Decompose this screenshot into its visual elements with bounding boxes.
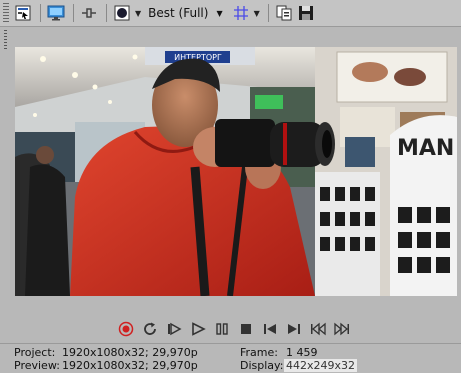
video-properties-button[interactable]: [13, 3, 33, 23]
split-screen-button[interactable]: [79, 3, 99, 23]
chevron-down-icon: ▼: [216, 8, 223, 18]
chevron-down-icon[interactable]: ▼: [135, 9, 141, 18]
project-label: Project:: [14, 346, 56, 359]
loop-icon: [144, 322, 156, 335]
frame-label: Frame:: [240, 346, 278, 359]
frame-value: 1 459: [286, 346, 318, 359]
fast-forward-icon: [334, 322, 349, 336]
display-value: 442x249x32: [284, 359, 358, 372]
record-icon: [118, 321, 134, 337]
panel-grip[interactable]: [4, 30, 7, 50]
record-button[interactable]: [118, 321, 134, 337]
next-button[interactable]: [334, 321, 350, 337]
display-label: Display:: [240, 359, 284, 372]
toolbar-separator: [267, 4, 269, 22]
overlays-grid-icon: [233, 6, 248, 20]
previous-button[interactable]: [310, 321, 326, 337]
quality-dropdown[interactable]: Best (Full) ▼: [148, 6, 230, 20]
chevron-down-icon[interactable]: ▼: [254, 9, 260, 18]
copy-snapshot-icon: [276, 5, 292, 21]
pause-icon: [216, 323, 228, 335]
man-sign-text: MAN: [397, 136, 454, 161]
play-button[interactable]: [190, 321, 206, 337]
preview-quality-icon: [114, 5, 130, 21]
rewind-icon: [311, 322, 326, 336]
video-preview[interactable]: ИНТЕРТОРГ MAN: [15, 47, 457, 296]
preview-toolbar: ▼ Best (Full) ▼ ▼: [0, 0, 461, 27]
next-frame-button[interactable]: [286, 321, 302, 337]
external-monitor-button[interactable]: [46, 3, 66, 23]
toolbar-separator: [73, 4, 74, 22]
toolbar-separator: [40, 4, 41, 22]
preview-frame-image: ИНТЕРТОРГ MAN: [15, 47, 457, 296]
save-snapshot-icon: [298, 6, 313, 20]
play-icon: [192, 322, 206, 336]
external-monitor-icon: [47, 5, 65, 21]
preview-label: Preview:: [14, 359, 60, 372]
play-from-start-icon: [168, 322, 182, 336]
split-screen-icon: [82, 8, 96, 18]
stop-icon: [241, 324, 251, 334]
stop-button[interactable]: [238, 321, 254, 337]
pause-button[interactable]: [214, 321, 230, 337]
play-from-start-button[interactable]: [166, 321, 182, 337]
toolbar-separator: [106, 4, 107, 22]
video-properties-icon: [15, 5, 31, 21]
info-divider: [0, 343, 461, 344]
preview-quality-button[interactable]: [112, 3, 132, 23]
loop-button[interactable]: [142, 321, 158, 337]
toolbar-grip[interactable]: [3, 3, 9, 23]
previous-frame-button[interactable]: [262, 321, 278, 337]
copy-snapshot-button[interactable]: [274, 3, 294, 23]
quality-label: Best (Full): [148, 6, 209, 20]
info-panel: Project: 1920x1080x32; 29,970p Preview: …: [0, 345, 461, 373]
preview-value: 1920x1080x32; 29,970p: [62, 359, 198, 372]
previous-frame-icon: [264, 324, 276, 334]
transport-controls: [118, 320, 358, 338]
overlays-grid-button[interactable]: [231, 3, 251, 23]
save-snapshot-button[interactable]: [296, 3, 316, 23]
next-frame-icon: [288, 324, 300, 334]
project-value: 1920x1080x32; 29,970p: [62, 346, 198, 359]
